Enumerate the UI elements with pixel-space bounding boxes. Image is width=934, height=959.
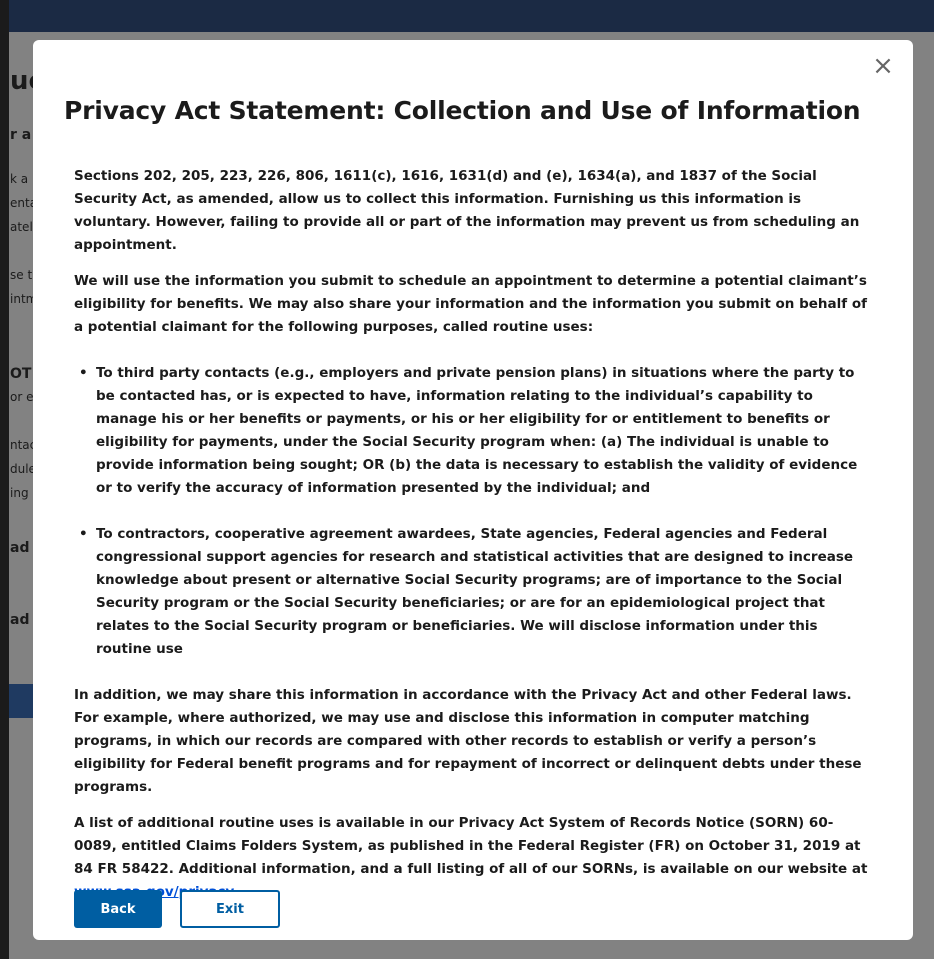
background-text-fragment: atel xyxy=(10,220,33,234)
background-text-fragment: ad a xyxy=(10,612,34,628)
exit-button[interactable]: Exit xyxy=(180,890,280,928)
list-item: To contractors, cooperative agreement aw… xyxy=(79,523,874,661)
statement-paragraph: We will use the information you submit t… xyxy=(74,273,867,335)
background-subheading-fragment: r a xyxy=(10,127,32,143)
privacy-act-dialog: × Privacy Act Statement: Collection and … xyxy=(33,40,913,940)
window-border xyxy=(0,0,9,959)
back-button[interactable]: Back xyxy=(74,890,162,928)
background-heading-fragment: ue xyxy=(10,66,34,96)
statement-paragraph: In addition, we may share this informati… xyxy=(74,687,862,795)
statement-paragraph: Sections 202, 205, 223, 226, 806, 1611(c… xyxy=(74,168,860,253)
top-navigation-bar xyxy=(0,0,934,32)
routine-uses-list: To third party contacts (e.g., employers… xyxy=(74,352,874,661)
list-item: To third party contacts (e.g., employers… xyxy=(79,362,874,500)
close-icon[interactable]: × xyxy=(872,53,894,79)
sorn-text: A list of additional routine uses is ava… xyxy=(74,815,868,877)
background-text-fragment: ad a xyxy=(10,540,34,556)
background-text-fragment: dule xyxy=(10,462,34,476)
background-text-fragment: k a xyxy=(10,172,29,186)
background-text-fragment: OT a xyxy=(10,366,34,382)
background-text-fragment: intm xyxy=(10,292,34,306)
dialog-content: Sections 202, 205, 223, 226, 806, 1611(c… xyxy=(74,165,874,917)
background-text-fragment: enta xyxy=(10,196,34,210)
background-text-fragment: ntac xyxy=(10,438,34,452)
background-text-fragment: se t xyxy=(10,268,33,282)
background-text-fragment: ing xyxy=(10,486,29,500)
background-text-fragment: or e xyxy=(10,390,34,404)
background-button xyxy=(9,684,34,718)
dialog-title: Privacy Act Statement: Collection and Us… xyxy=(64,96,861,125)
